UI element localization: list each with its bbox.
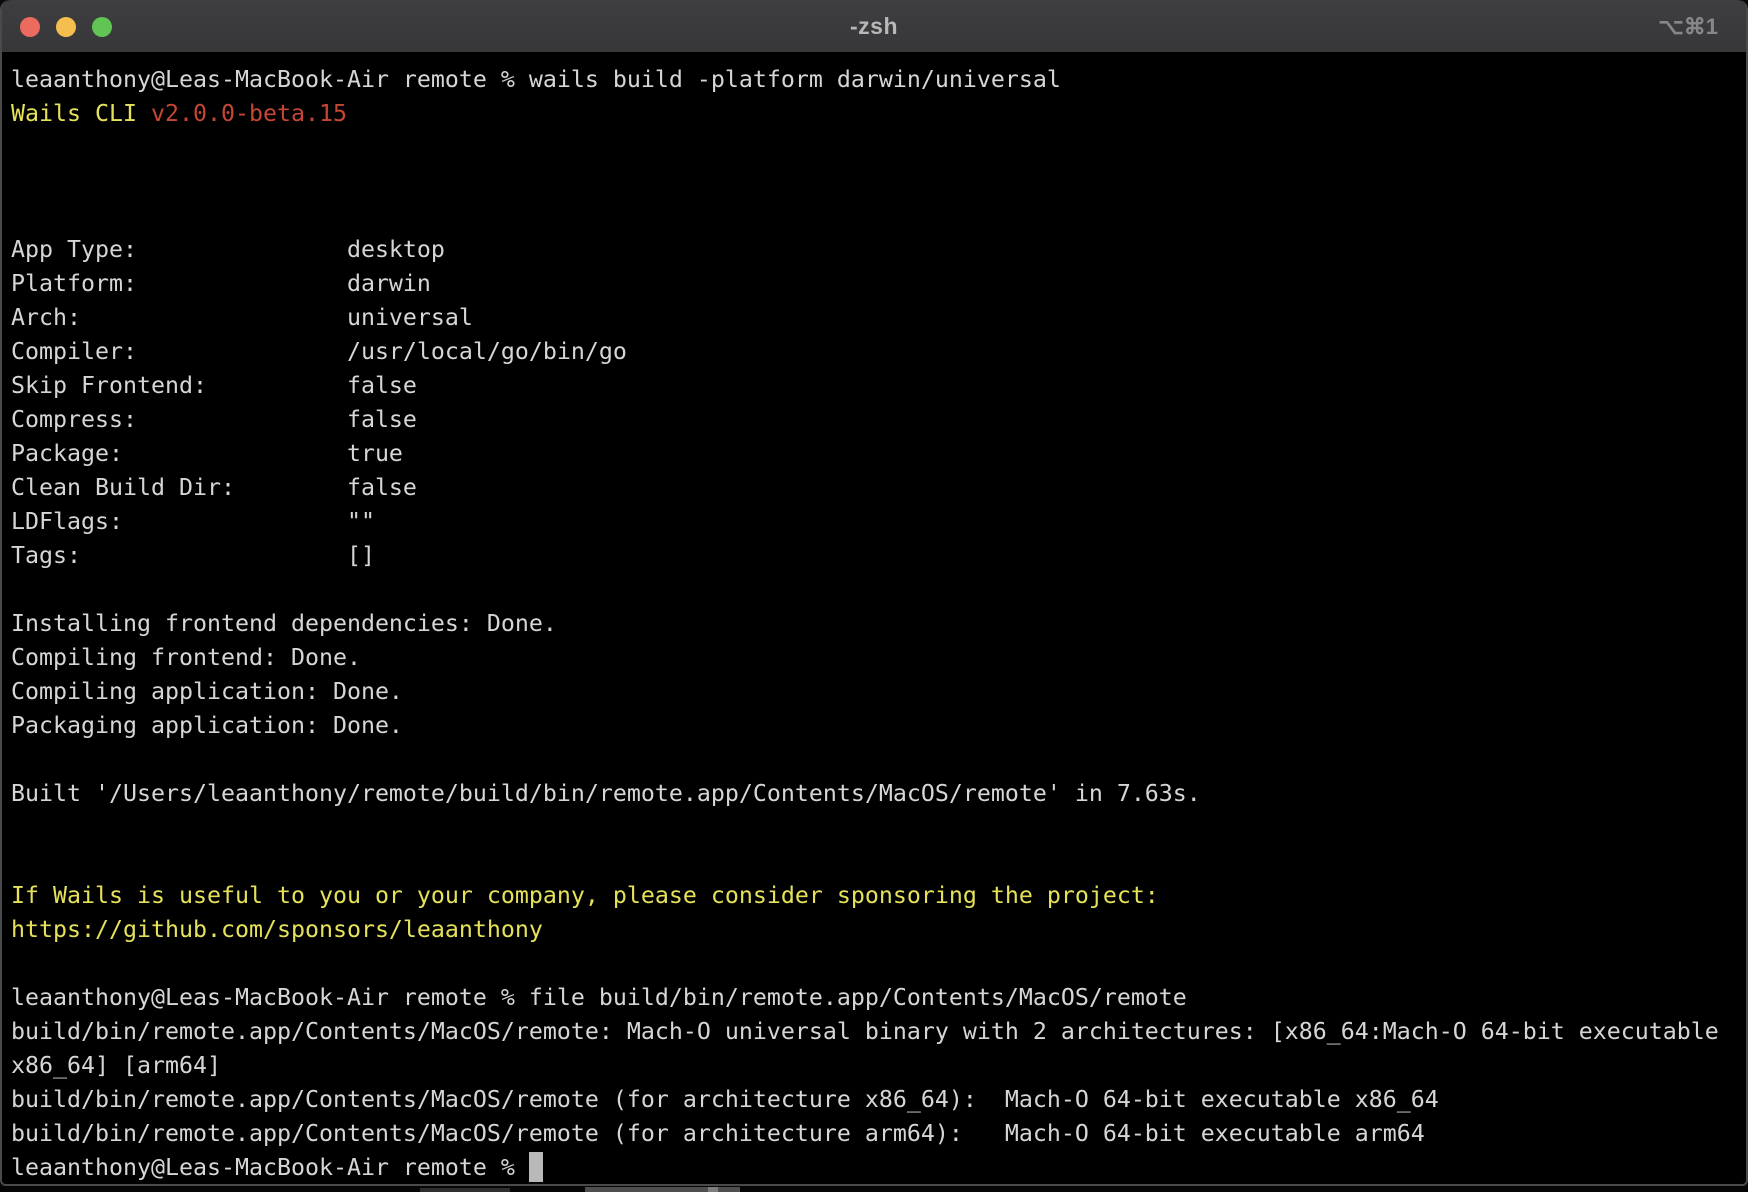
terminal-text-segment: x86_64] [arm64]	[11, 1052, 221, 1079]
terminal-text-segment: Built '/Users/leaanthony/remote/build/bi…	[11, 780, 1201, 807]
terminal-text-segment: v2.0.0-beta.15	[151, 100, 347, 127]
terminal-text-segment: leaanthony@Leas-MacBook-Air remote %	[11, 1154, 529, 1181]
background-fragment	[420, 1188, 510, 1192]
terminal-text-segment: leaanthony@Leas-MacBook-Air remote % wai…	[11, 66, 1061, 93]
background-window-sliver	[0, 1186, 1748, 1192]
terminal-line: Built '/Users/leaanthony/remote/build/bi…	[11, 777, 1746, 811]
terminal-text-segment: Arch: universal	[11, 304, 473, 331]
terminal-text-segment: build/bin/remote.app/Contents/MacOS/remo…	[11, 1120, 1425, 1147]
terminal-line: Installing frontend dependencies: Done.	[11, 607, 1746, 641]
terminal-text-segment: LDFlags: ""	[11, 508, 375, 535]
terminal-text-segment: Platform: darwin	[11, 270, 431, 297]
terminal-line	[11, 199, 1746, 233]
terminal-text-segment: Compress: false	[11, 406, 417, 433]
terminal-line: Arch: universal	[11, 301, 1746, 335]
terminal-text-segment: https://github.com/sponsors/leaanthony	[11, 916, 543, 943]
terminal-line: Packaging application: Done.	[11, 709, 1746, 743]
minimize-button[interactable]	[56, 17, 76, 37]
window-title: -zsh	[850, 13, 898, 40]
terminal-line: LDFlags: ""	[11, 505, 1746, 539]
terminal-line: Platform: darwin	[11, 267, 1746, 301]
terminal-line: Compiling frontend: Done.	[11, 641, 1746, 675]
terminal-line	[11, 811, 1746, 845]
terminal-line: leaanthony@Leas-MacBook-Air remote % wai…	[11, 63, 1746, 97]
terminal-text-segment: Wails CLI	[11, 100, 151, 127]
terminal-line: Compiling application: Done.	[11, 675, 1746, 709]
terminal-cursor	[529, 1152, 543, 1182]
terminal-line: Package: true	[11, 437, 1746, 471]
window-shortcut-badge: ⌥⌘1	[1658, 14, 1718, 40]
terminal-text-segment: leaanthony@Leas-MacBook-Air remote % fil…	[11, 984, 1187, 1011]
window-titlebar[interactable]: -zsh ⌥⌘1	[2, 0, 1746, 53]
terminal-text-segment: Tags: []	[11, 542, 375, 569]
zoom-button[interactable]	[92, 17, 112, 37]
terminal-text-segment: Package: true	[11, 440, 403, 467]
background-fragment	[708, 1187, 718, 1192]
terminal-line: build/bin/remote.app/Contents/MacOS/remo…	[11, 1015, 1746, 1049]
terminal-line: Clean Build Dir: false	[11, 471, 1746, 505]
terminal-line	[11, 131, 1746, 165]
terminal-text-segment: App Type: desktop	[11, 236, 445, 263]
terminal-line: Skip Frontend: false	[11, 369, 1746, 403]
terminal-line	[11, 845, 1746, 879]
terminal-output[interactable]: leaanthony@Leas-MacBook-Air remote % wai…	[2, 52, 1746, 1184]
terminal-text-segment: Compiling frontend: Done.	[11, 644, 361, 671]
terminal-window: -zsh ⌥⌘1 leaanthony@Leas-MacBook-Air rem…	[0, 0, 1748, 1186]
terminal-line	[11, 573, 1746, 607]
terminal-line: App Type: desktop	[11, 233, 1746, 267]
terminal-line: Compress: false	[11, 403, 1746, 437]
terminal-line	[11, 743, 1746, 777]
terminal-text-segment: Packaging application: Done.	[11, 712, 403, 739]
terminal-text-segment: Installing frontend dependencies: Done.	[11, 610, 557, 637]
terminal-line	[11, 947, 1746, 981]
terminal-line: Compiler: /usr/local/go/bin/go	[11, 335, 1746, 369]
terminal-line: If Wails is useful to you or your compan…	[11, 879, 1746, 913]
traffic-lights	[20, 17, 112, 37]
terminal-text-segment: If Wails is useful to you or your compan…	[11, 882, 1159, 909]
close-button[interactable]	[20, 17, 40, 37]
terminal-text-segment: Compiling application: Done.	[11, 678, 403, 705]
terminal-line	[11, 165, 1746, 199]
terminal-line: build/bin/remote.app/Contents/MacOS/remo…	[11, 1083, 1746, 1117]
terminal-text-segment: Compiler: /usr/local/go/bin/go	[11, 338, 627, 365]
terminal-line: leaanthony@Leas-MacBook-Air remote % fil…	[11, 981, 1746, 1015]
terminal-line: Wails CLI v2.0.0-beta.15	[11, 97, 1746, 131]
terminal-line: build/bin/remote.app/Contents/MacOS/remo…	[11, 1117, 1746, 1151]
terminal-text-segment: Skip Frontend: false	[11, 372, 417, 399]
terminal-text-segment: build/bin/remote.app/Contents/MacOS/remo…	[11, 1086, 1439, 1113]
terminal-line: https://github.com/sponsors/leaanthony	[11, 913, 1746, 947]
terminal-text-segment: Clean Build Dir: false	[11, 474, 417, 501]
terminal-text-segment: build/bin/remote.app/Contents/MacOS/remo…	[11, 1018, 1719, 1045]
terminal-line: x86_64] [arm64]	[11, 1049, 1746, 1083]
terminal-line: leaanthony@Leas-MacBook-Air remote %	[11, 1151, 1746, 1185]
terminal-line: Tags: []	[11, 539, 1746, 573]
